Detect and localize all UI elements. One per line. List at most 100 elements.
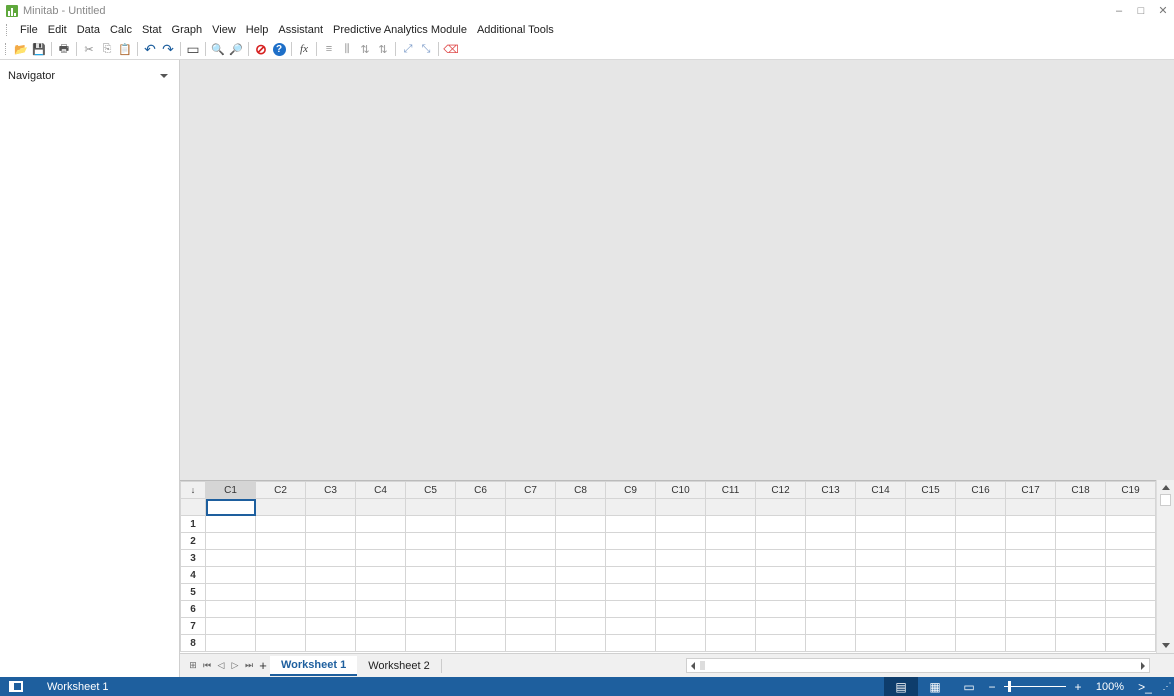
data-cell[interactable] xyxy=(355,515,406,533)
data-cell[interactable] xyxy=(455,549,506,567)
data-cell[interactable] xyxy=(255,583,306,601)
data-cell[interactable] xyxy=(405,583,456,601)
column-name-cell[interactable] xyxy=(1105,498,1156,516)
data-cell[interactable] xyxy=(355,549,406,567)
data-cell[interactable] xyxy=(1055,583,1106,601)
data-cell[interactable] xyxy=(455,617,506,635)
data-cell[interactable] xyxy=(655,566,706,584)
column-name-cell[interactable] xyxy=(355,498,406,516)
data-cell[interactable] xyxy=(905,583,956,601)
data-cell[interactable] xyxy=(405,515,456,533)
data-cell[interactable] xyxy=(805,583,856,601)
data-cell[interactable] xyxy=(505,532,556,550)
graph-edit-icon[interactable]: ⤡ xyxy=(417,40,435,58)
grid-horizontal-scrollbar[interactable] xyxy=(686,658,1150,673)
data-cell[interactable] xyxy=(305,617,356,635)
navigator-dropdown-icon[interactable] xyxy=(160,74,168,78)
data-cell[interactable] xyxy=(455,634,506,652)
data-cell[interactable] xyxy=(1005,566,1056,584)
data-cell[interactable] xyxy=(255,515,306,533)
column-name-cell[interactable] xyxy=(905,498,956,516)
data-cell[interactable] xyxy=(1005,634,1056,652)
data-cell[interactable] xyxy=(905,617,956,635)
save-icon[interactable]: 💾 xyxy=(30,40,48,58)
data-cell[interactable] xyxy=(205,515,256,533)
data-cell[interactable] xyxy=(255,600,306,618)
menu-graph[interactable]: Graph xyxy=(167,24,208,36)
row-number[interactable]: 6 xyxy=(180,600,206,618)
tab-worksheet-2[interactable]: Worksheet 2 xyxy=(357,656,441,676)
data-cell[interactable] xyxy=(1005,549,1056,567)
data-cell[interactable] xyxy=(1005,617,1056,635)
scroll-left-icon[interactable] xyxy=(691,662,695,670)
data-cell[interactable] xyxy=(455,532,506,550)
worksheet-view-icon[interactable]: ▦ xyxy=(918,677,952,696)
data-cell[interactable] xyxy=(1005,583,1056,601)
print-icon[interactable]: 🖶 xyxy=(55,40,73,58)
data-cell[interactable] xyxy=(455,583,506,601)
column-name-cell[interactable] xyxy=(505,498,556,516)
scroll-thumb[interactable] xyxy=(1160,494,1171,506)
data-cell[interactable] xyxy=(855,600,906,618)
data-cell[interactable] xyxy=(655,515,706,533)
menu-view[interactable]: View xyxy=(207,24,241,36)
data-cell[interactable] xyxy=(655,617,706,635)
data-cell[interactable] xyxy=(355,617,406,635)
data-cell[interactable] xyxy=(705,600,756,618)
data-cell[interactable] xyxy=(705,583,756,601)
window-icon[interactable]: ▭ xyxy=(184,40,202,58)
data-cell[interactable] xyxy=(555,515,606,533)
data-cell[interactable] xyxy=(555,617,606,635)
data-cell[interactable] xyxy=(555,566,606,584)
data-cell[interactable] xyxy=(1105,617,1156,635)
data-cell[interactable] xyxy=(255,617,306,635)
data-cell[interactable] xyxy=(1055,634,1106,652)
row-number[interactable]: 4 xyxy=(180,566,206,584)
data-cell[interactable] xyxy=(805,634,856,652)
zoom-slider[interactable] xyxy=(1004,677,1066,696)
data-cell[interactable] xyxy=(955,532,1006,550)
menu-assistant[interactable]: Assistant xyxy=(273,24,328,36)
data-cell[interactable] xyxy=(205,549,256,567)
data-cell[interactable] xyxy=(205,634,256,652)
data-cell[interactable] xyxy=(505,634,556,652)
data-cell[interactable] xyxy=(755,532,806,550)
data-cell[interactable] xyxy=(305,532,356,550)
data-cell[interactable] xyxy=(255,634,306,652)
column-header[interactable]: C6 xyxy=(455,481,506,499)
data-cell[interactable] xyxy=(1055,532,1106,550)
data-cell[interactable] xyxy=(905,634,956,652)
split-view-icon[interactable]: ▤ xyxy=(884,677,918,696)
row-number[interactable]: 7 xyxy=(180,617,206,635)
data-cell[interactable] xyxy=(305,583,356,601)
data-cell[interactable] xyxy=(305,515,356,533)
find-icon[interactable]: 🔍 xyxy=(209,40,227,58)
data-cell[interactable] xyxy=(255,566,306,584)
data-cell[interactable] xyxy=(1105,549,1156,567)
data-cell[interactable] xyxy=(305,549,356,567)
data-cell[interactable] xyxy=(205,583,256,601)
data-cell[interactable] xyxy=(855,566,906,584)
data-cell[interactable] xyxy=(1105,532,1156,550)
data-cell[interactable] xyxy=(1055,549,1106,567)
column-header[interactable]: C2 xyxy=(255,481,306,499)
data-cell[interactable] xyxy=(805,515,856,533)
menu-additional-tools[interactable]: Additional Tools xyxy=(472,24,559,36)
grid-icon[interactable]: ⇅ xyxy=(374,40,392,58)
column-header[interactable]: C17 xyxy=(1005,481,1056,499)
data-cell[interactable] xyxy=(805,549,856,567)
first-sheet-icon[interactable]: ⏮ xyxy=(200,659,214,673)
data-cell[interactable] xyxy=(955,634,1006,652)
menu-calc[interactable]: Calc xyxy=(105,24,137,36)
column-name-cell[interactable] xyxy=(555,498,606,516)
data-cell[interactable] xyxy=(855,532,906,550)
data-cell[interactable] xyxy=(1005,532,1056,550)
insert-columns-icon[interactable]: ⫼ xyxy=(338,40,356,58)
menu-help[interactable]: Help xyxy=(241,24,274,36)
column-header[interactable]: C11 xyxy=(705,481,756,499)
data-cell[interactable] xyxy=(705,549,756,567)
column-header-corner[interactable]: ↓ xyxy=(180,481,206,499)
column-header[interactable]: C4 xyxy=(355,481,406,499)
scroll-down-icon[interactable] xyxy=(1162,643,1170,648)
open-icon[interactable]: 📂 xyxy=(12,40,30,58)
